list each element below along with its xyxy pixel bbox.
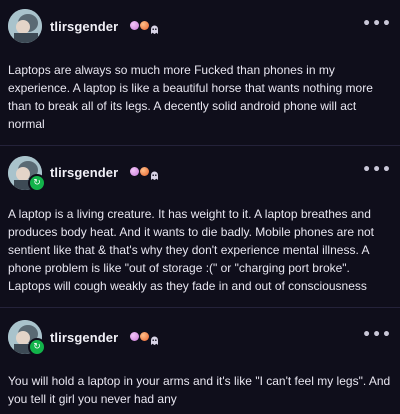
avatar[interactable] — [8, 9, 42, 43]
username[interactable]: tlirsgender — [50, 19, 118, 34]
reblog-icon: ↻ — [28, 338, 46, 356]
post: ↻ tlirsgender ••• You will hold a laptop… — [0, 308, 400, 414]
post: ↻ tlirsgender ••• A laptop is a living c… — [0, 146, 400, 308]
pink-badge-icon — [130, 167, 139, 176]
ghost-badge-icon — [150, 167, 159, 180]
username[interactable]: tlirsgender — [50, 330, 118, 345]
post: tlirsgender ••• Laptops are always so mu… — [0, 0, 400, 146]
post-body: You will hold a laptop in your arms and … — [8, 374, 391, 406]
ghost-badge-icon — [150, 21, 159, 34]
pink-badge-icon — [130, 21, 139, 30]
orange-badge-icon — [140, 167, 149, 176]
username[interactable]: tlirsgender — [50, 165, 118, 180]
more-options-icon[interactable]: ••• — [362, 16, 392, 32]
post-body: A laptop is a living creature. It has we… — [8, 207, 375, 293]
user-badges — [130, 21, 159, 34]
more-options-icon[interactable]: ••• — [362, 327, 392, 343]
ghost-badge-icon — [150, 332, 159, 345]
orange-badge-icon — [140, 332, 149, 341]
orange-badge-icon — [140, 21, 149, 30]
reblog-icon: ↻ — [28, 174, 46, 192]
user-badges — [130, 332, 159, 345]
post-body: Laptops are always so much more Fucked t… — [8, 63, 373, 131]
pink-badge-icon — [130, 332, 139, 341]
user-badges — [130, 167, 159, 180]
more-options-icon[interactable]: ••• — [362, 162, 392, 178]
